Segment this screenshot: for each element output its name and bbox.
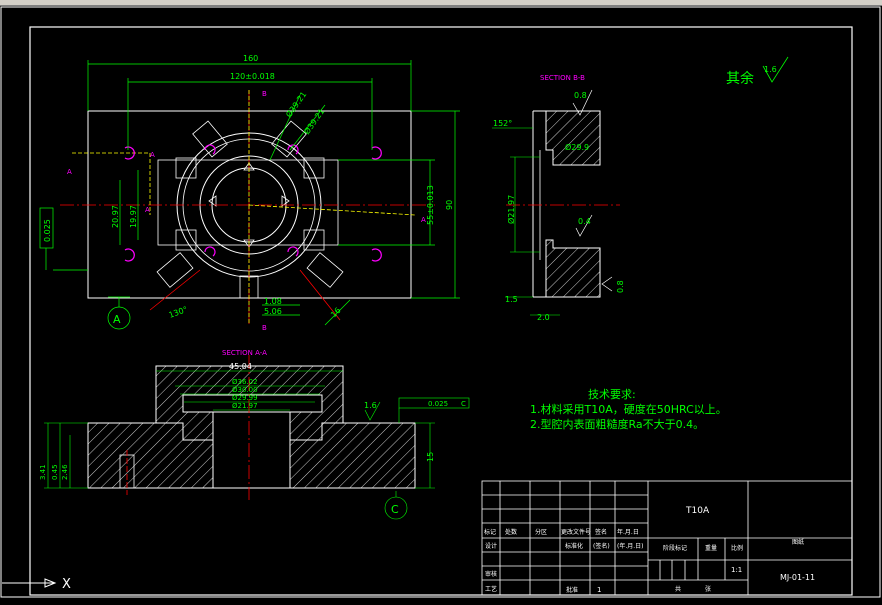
header-cell-1: 标记 xyxy=(484,528,496,536)
tech-requirements: 技术要求: 1.材料采用T10A，硬度在50HRC以上。 2.型腔内表面粗糙度R… xyxy=(530,388,727,431)
title-block-text: T10A MJ-01-11 1:1 1 图纸 标记 处数 分区 更改文件号 签名… xyxy=(484,506,815,594)
sheet: 1 xyxy=(597,586,601,594)
material: T10A xyxy=(685,506,710,516)
section-a-left-1: 3.41 xyxy=(39,464,47,480)
section-a-flatness-ref: C xyxy=(461,400,466,408)
approve-label: 批准 xyxy=(566,586,578,594)
marker-a-inner: A xyxy=(145,206,150,214)
section-a-total: 45.04 xyxy=(229,362,252,371)
cad-drawing-canvas[interactable]: 160 120±0.018 90 55±0.013 20.97 19.97 0.… xyxy=(0,5,882,601)
dim-flatness: 0.025 xyxy=(43,219,52,242)
marker-a-mid: A xyxy=(150,151,155,159)
page-label: 张 xyxy=(705,585,711,593)
mid-label-sign: (签名) xyxy=(593,542,610,550)
dim-slot-1: 1.08 xyxy=(264,297,282,306)
tech-item-2: 2.型腔内表面粗糙度Ra不大于0.4。 xyxy=(530,417,704,431)
top-view-dim-text: 160 120±0.018 90 55±0.013 20.97 19.97 0.… xyxy=(43,54,454,326)
roughness-b-right: 0.8 xyxy=(616,280,625,293)
label-a-circle: A xyxy=(113,313,121,326)
marker-a-left: A xyxy=(67,168,72,176)
scale: 1:1 xyxy=(731,566,742,574)
drawing-svg[interactable]: 160 120±0.018 90 55±0.013 20.97 19.97 0.… xyxy=(0,5,882,601)
section-b-view: SECTION B-B 0.8 0.4 0.8 152° Ø29.9 Ø21.9… xyxy=(492,74,625,322)
scale-label: 比例 xyxy=(731,544,743,552)
dim-b-small-2: 2.0 xyxy=(537,313,550,322)
section-a-view: SECTION A-A 45.04 Ø36.02 Ø30.00 Ø29.99 Ø… xyxy=(39,349,470,520)
marker-b-bottom: B xyxy=(262,324,267,332)
dim-hole-spacing: 120±0.018 xyxy=(230,72,275,81)
section-a-title: SECTION A-A xyxy=(222,349,267,357)
section-a-height: 15 xyxy=(426,452,435,462)
dim-b-small-1: 1.5 xyxy=(505,295,518,304)
section-a-flatness: 0.025 xyxy=(428,400,448,408)
drawing-number: MJ-01-11 xyxy=(780,573,815,582)
section-a-left-2: 0.45 xyxy=(51,464,59,480)
dia-b-1: Ø29.9 xyxy=(565,142,589,152)
header-cell-4: 更改文件号 xyxy=(561,528,591,536)
remainder-roughness: 其余 1.6 xyxy=(726,56,789,87)
section-a-dia-1: Ø36.02 xyxy=(232,378,258,386)
header-cell-2: 处数 xyxy=(505,528,517,536)
dia-b-2: Ø21.97 xyxy=(506,195,516,224)
mid-label-standard: 标准化 xyxy=(565,542,583,550)
stage-label: 阶段标记 xyxy=(663,544,687,552)
inner-frame xyxy=(29,26,853,596)
marker-a-right: A xyxy=(421,216,426,224)
section-b-title: SECTION B-B xyxy=(540,74,585,82)
tech-title: 技术要求: xyxy=(588,388,636,401)
remainder-roughness-value: 1.6 xyxy=(764,65,777,74)
marker-b-top: B xyxy=(262,90,267,98)
ucs-icon: X xyxy=(2,577,71,592)
dim-right: 55±0.013 xyxy=(426,185,435,225)
section-a-roughness: 1.6 xyxy=(364,401,377,410)
weight-label: 重量 xyxy=(705,544,717,552)
header-cell-6: 年.月.日 xyxy=(617,528,639,536)
row-label-review: 审核 xyxy=(485,570,497,578)
dim-height: 90 xyxy=(445,200,454,210)
header-cell-5: 签名 xyxy=(595,528,607,536)
section-a-dia-2: Ø30.00 xyxy=(232,386,258,394)
header-cell-3: 分区 xyxy=(535,528,547,536)
dim-circle-2: Ø39.21 xyxy=(283,89,308,119)
ucs-x-label: X xyxy=(62,577,71,592)
label-c-circle: C xyxy=(391,503,399,516)
remainder-label: 其余 xyxy=(726,70,754,87)
dim-left-inner-1: 20.97 xyxy=(111,205,120,228)
row-label-design: 设计 xyxy=(485,542,497,550)
dim-slot-width: 16 xyxy=(329,306,343,320)
roughness-b-top: 0.8 xyxy=(574,91,587,100)
dim-slot-2: 5.06 xyxy=(264,307,282,316)
dim-angle: 130° xyxy=(168,305,189,320)
top-view-dimensions xyxy=(39,60,460,330)
section-a-dia-3: Ø29.99 xyxy=(232,394,258,402)
tech-item-1: 1.材料采用T10A，硬度在50HRC以上。 xyxy=(530,402,727,416)
row-label-process: 工艺 xyxy=(485,585,497,593)
mid-label-date: (年.月.日) xyxy=(617,542,644,550)
angle-b: 152° xyxy=(493,119,512,128)
sheet-total-label: 共 xyxy=(675,585,681,593)
section-a-dia-4: Ø21.97 xyxy=(232,402,258,410)
company: 图纸 xyxy=(792,538,804,546)
dim-overall-width: 160 xyxy=(243,54,258,63)
dim-left-inner-2: 19.97 xyxy=(129,205,138,228)
roughness-b-mid: 0.4 xyxy=(578,217,591,226)
section-a-left-3: 2.46 xyxy=(61,464,69,480)
